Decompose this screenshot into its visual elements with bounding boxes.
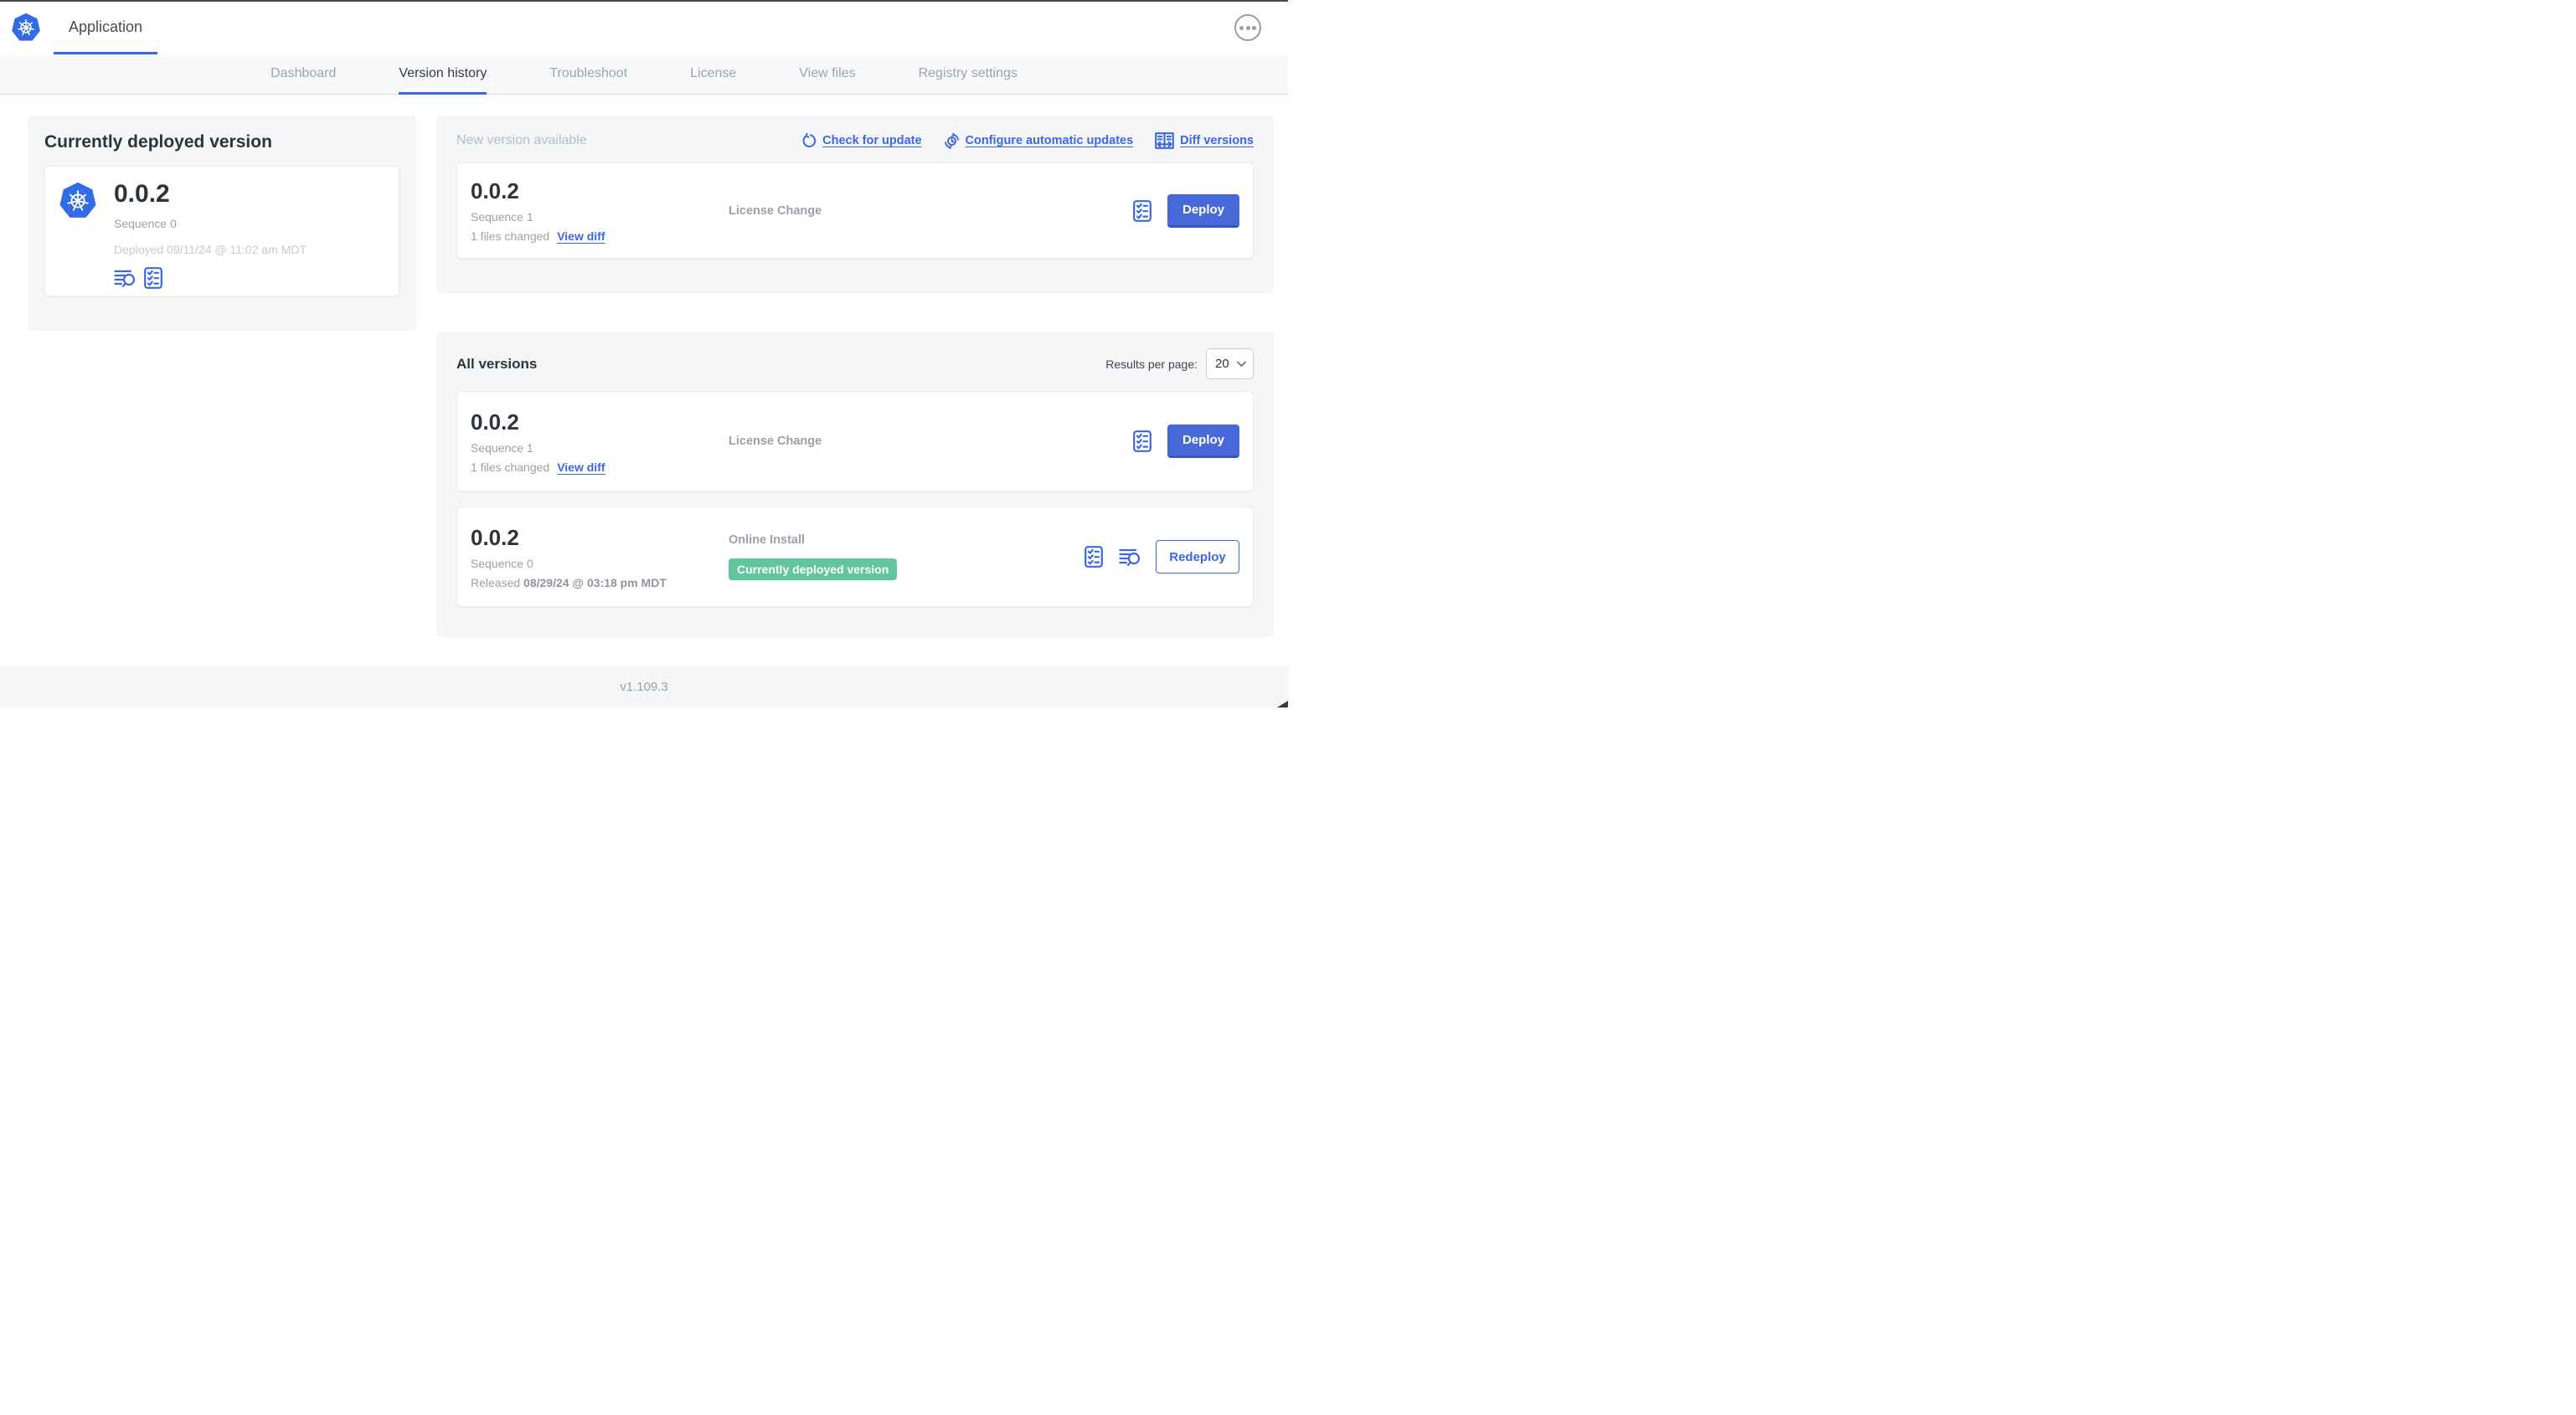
deploy-button[interactable]: Deploy (1167, 193, 1239, 228)
checklist-icon (144, 267, 162, 289)
version-row: 0.0.2 Sequence 0 Released 08/29/24 @ 03:… (456, 507, 1254, 607)
results-per-page-select[interactable]: 20 (1206, 348, 1254, 379)
version-label: 0.0.2 (471, 409, 519, 435)
tab-troubleshoot[interactable]: Troubleshoot (549, 54, 627, 95)
all-versions-panel: All versions Results per page: 20 0.0.2 … (436, 332, 1274, 637)
diff-icon (1155, 132, 1174, 149)
app-footer: v1.109.3 (0, 666, 1288, 708)
checklist-icon (1133, 199, 1151, 222)
deployed-sequence-label: Sequence 0 (114, 217, 177, 230)
view-diff-link[interactable]: View diff (557, 229, 605, 243)
deployed-timestamp: Deployed 09/11/24 @ 11:02 am MDT (114, 243, 307, 256)
tab-dashboard[interactable]: Dashboard (270, 54, 336, 95)
tab-license[interactable]: License (690, 54, 736, 95)
cursor-artifact (1277, 701, 1288, 708)
new-version-card: 0.0.2 Sequence 1 1 files changed View di… (456, 162, 1254, 259)
check-for-update-link[interactable]: Check for update (801, 133, 922, 148)
currently-deployed-panel: Currently deployed version 0.0.2 Sequenc… (28, 116, 416, 331)
logs-icon (114, 270, 135, 287)
results-per-page-label: Results per page: (1105, 357, 1198, 371)
kubernetes-logo-icon (11, 13, 41, 42)
checklist-icon (1084, 546, 1103, 568)
app-title: Application (69, 18, 143, 35)
files-changed-label: 1 files changed (471, 229, 550, 243)
currently-deployed-heading: Currently deployed version (44, 132, 272, 152)
page: { "colors": { "primary_blue": "#3b67e2",… (0, 0, 1288, 708)
version-label: 0.0.2 (471, 524, 519, 550)
chevron-down-icon (1237, 361, 1246, 367)
tab-view-files[interactable]: View files (799, 54, 855, 95)
preflight-checks-button[interactable] (1084, 546, 1103, 568)
app-tab-application[interactable]: Application (54, 2, 158, 54)
version-source-label: License Change (729, 435, 822, 448)
nav-tabbar: Dashboard Version history Troubleshoot L… (0, 54, 1288, 95)
version-source-label: Online Install (729, 533, 806, 547)
released-timestamp: Released 08/29/24 @ 03:18 pm MDT (471, 575, 667, 589)
logs-icon (1119, 548, 1140, 566)
version-source-label: License Change (729, 203, 822, 218)
sequence-label: Sequence 1 (471, 210, 533, 224)
app-header: Application (0, 2, 1288, 54)
admin-console-version: v1.109.3 (620, 680, 668, 694)
preflight-checks-button[interactable] (1133, 199, 1151, 222)
refresh-icon (802, 133, 817, 147)
view-diff-link[interactable]: View diff (557, 461, 605, 474)
version-label: 0.0.2 (471, 178, 519, 203)
currently-deployed-badge: Currently deployed version (729, 558, 898, 580)
configure-automatic-updates-link[interactable]: Configure automatic updates (944, 132, 1133, 149)
deployed-version-label: 0.0.2 (114, 180, 170, 208)
ellipsis-icon (1239, 25, 1244, 30)
auto-update-icon (944, 132, 959, 149)
new-version-panel: New version available Check for update C… (436, 116, 1274, 294)
preflight-checks-button[interactable] (144, 267, 162, 289)
view-logs-button[interactable] (114, 269, 135, 287)
new-version-heading: New version available (456, 133, 587, 147)
tab-registry-settings[interactable]: Registry settings (919, 54, 1018, 95)
version-row: 0.0.2 Sequence 1 1 files changed View di… (456, 391, 1254, 491)
sequence-label: Sequence 0 (471, 556, 533, 570)
currently-deployed-card: 0.0.2 Sequence 0 Deployed 09/11/24 @ 11:… (44, 166, 399, 296)
deploy-button[interactable]: Deploy (1167, 424, 1239, 458)
checklist-icon (1133, 430, 1151, 452)
overflow-menu-button[interactable] (1234, 14, 1261, 41)
tab-version-history[interactable]: Version history (399, 54, 487, 95)
diff-versions-link[interactable]: Diff versions (1155, 132, 1254, 149)
files-changed-label: 1 files changed (471, 460, 550, 474)
kubernetes-logo-icon (59, 182, 97, 219)
preflight-checks-button[interactable] (1133, 430, 1151, 452)
view-logs-button[interactable] (1119, 548, 1140, 566)
sequence-label: Sequence 1 (471, 440, 533, 455)
redeploy-button[interactable]: Redeploy (1156, 540, 1239, 574)
all-versions-heading: All versions (456, 355, 538, 372)
